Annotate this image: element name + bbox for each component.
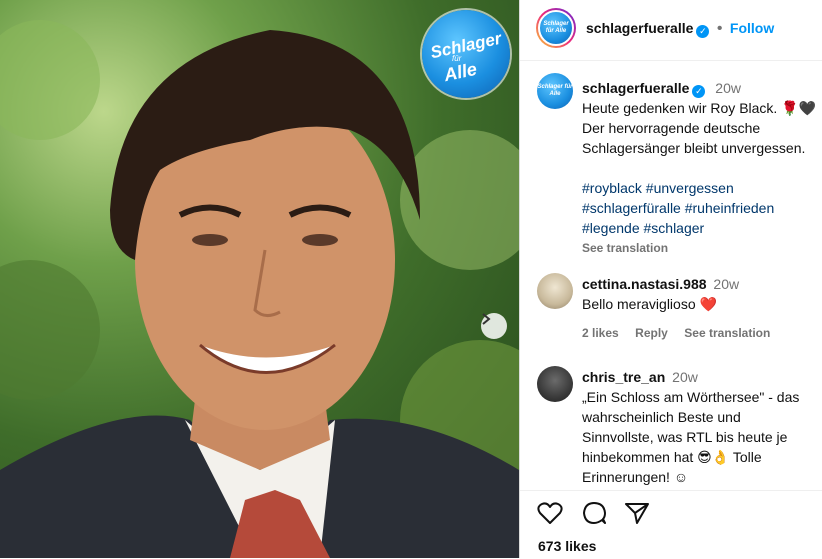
comment-text: Erinnerungen! ☺ xyxy=(582,469,689,485)
hashtags[interactable]: #schlagerfüralle #ruheinfrieden xyxy=(582,198,822,218)
caption: schlagerfueralle ✓ 20w Heute gedenken wir… xyxy=(582,78,822,258)
comment-text: Sinnvollste, was RTL bis heute je xyxy=(582,429,788,445)
comment-text: hinbekommen hat 😎👌 Tolle xyxy=(582,449,762,465)
comment-username[interactable]: chris_tre_an xyxy=(582,369,665,385)
comment-time[interactable]: 20w xyxy=(713,276,739,292)
caption-username[interactable]: schlagerfueralle xyxy=(582,80,689,96)
post-actions: 673 likes xyxy=(520,490,822,559)
see-translation-link[interactable]: See translation xyxy=(684,326,770,340)
share-icon[interactable] xyxy=(624,501,650,530)
comment-likes[interactable]: 2 likes xyxy=(582,326,619,340)
post-image[interactable]: Schlager für Alle xyxy=(0,0,519,558)
comment-text: Bello meraviglioso ❤️ xyxy=(582,296,717,312)
likes-count[interactable]: 673 likes xyxy=(538,538,596,554)
post-header: Schlager für Alle schlagerfueralle ✓ • Fo… xyxy=(520,0,822,61)
username[interactable]: schlagerfueralle xyxy=(586,20,693,36)
post-side-panel: Schlager für Alle schlagerfueralle ✓ • Fo… xyxy=(519,0,822,559)
schlager-logo-badge: Schlager für Alle xyxy=(422,10,510,98)
comment-time[interactable]: 20w xyxy=(672,369,698,385)
comment: chris_tre_an 20w „Ein Schloss am Wörther… xyxy=(582,367,822,487)
caption-line: Heute gedenken wir Roy Black. 🌹🖤 xyxy=(582,100,817,116)
avatar[interactable]: Schlager für Alle xyxy=(538,10,574,46)
comment-icon[interactable] xyxy=(582,501,608,530)
see-translation-link[interactable]: See translation xyxy=(582,238,822,258)
caption-line: Der hervorragende deutsche xyxy=(582,120,761,136)
logo-text: Alle xyxy=(442,58,479,86)
caption-avatar[interactable]: Schlager für Alle xyxy=(537,73,573,109)
verified-icon: ✓ xyxy=(696,25,710,38)
comment-text: „Ein Schloss am Wörthersee" - das xyxy=(582,389,800,405)
hashtags[interactable]: #legende #schlager xyxy=(582,218,822,238)
comment-username[interactable]: cettina.nastasi.988 xyxy=(582,276,707,292)
caption-line: Schlagersänger bleibt unvergessen. xyxy=(582,140,806,156)
commenter-avatar[interactable] xyxy=(537,273,573,309)
comment-text: wahrscheinlich Beste und xyxy=(582,409,741,425)
logo-text: Schlager xyxy=(428,28,503,63)
reply-button[interactable]: Reply xyxy=(635,326,668,340)
heart-icon[interactable] xyxy=(537,501,563,530)
next-arrow-icon[interactable] xyxy=(481,313,507,339)
separator-dot: • xyxy=(716,20,723,37)
comment: cettina.nastasi.988 20w Bello meraviglio… xyxy=(582,274,822,342)
commenter-avatar[interactable] xyxy=(537,366,573,402)
verified-icon: ✓ xyxy=(692,85,706,98)
follow-button[interactable]: Follow xyxy=(730,20,774,36)
caption-time[interactable]: 20w xyxy=(715,80,741,96)
hashtags[interactable]: #royblack #unvergessen xyxy=(582,178,822,198)
